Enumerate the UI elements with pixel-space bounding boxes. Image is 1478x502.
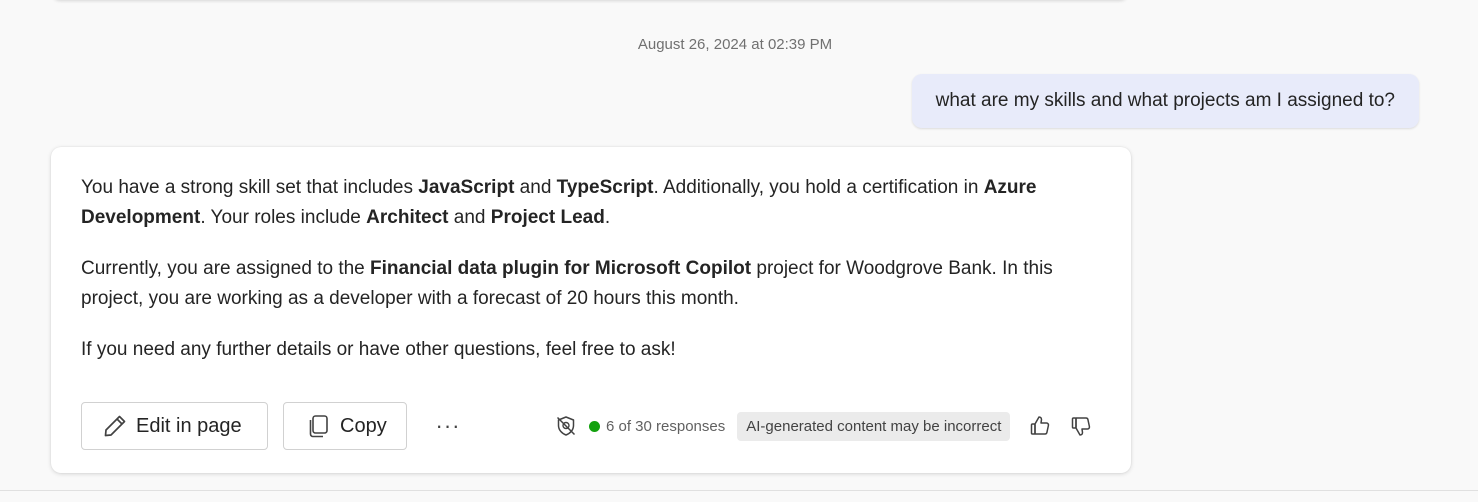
thumbs-down-icon[interactable] — [1069, 414, 1093, 438]
user-message-bubble: what are my skills and what projects am … — [911, 74, 1419, 128]
response-actions-bar: Edit in page Copy ··· 6 of 30 responses … — [81, 402, 1101, 450]
message-timestamp: August 26, 2024 at 02:39 PM — [637, 36, 833, 53]
thumbs-up-icon[interactable] — [1028, 414, 1052, 438]
copy-icon — [306, 413, 332, 439]
copy-button[interactable]: Copy — [283, 402, 407, 450]
text-span: . Additionally, you hold a certification… — [653, 177, 984, 198]
text-span: Currently, you are assigned to the — [81, 258, 371, 279]
more-horizontal-icon: ··· — [435, 413, 461, 438]
text-span: and — [514, 177, 557, 198]
text-span: . — [604, 207, 611, 228]
response-body: You have a strong skill set that include… — [81, 173, 1101, 365]
text-span: and — [448, 207, 491, 228]
text-span: You have a strong skill set that include… — [81, 177, 419, 198]
response-paragraph-skills: You have a strong skill set that include… — [81, 173, 1101, 233]
status-dot-icon — [589, 420, 600, 432]
pencil-icon — [102, 413, 128, 439]
more-options-button[interactable]: ··· — [433, 411, 463, 441]
response-paragraph-closing: If you need any further details or have … — [81, 339, 676, 360]
text-span: . Your roles include — [200, 207, 367, 228]
project-name: Financial data plugin for Microsoft Copi… — [370, 258, 752, 279]
edit-in-page-label: Edit in page — [136, 414, 242, 437]
response-paragraph-projects: Currently, you are assigned to the Finan… — [81, 254, 1101, 314]
copy-label: Copy — [340, 414, 387, 437]
response-count: 6 of 30 responses — [606, 417, 726, 435]
assistant-response-card: You have a strong skill set that include… — [51, 147, 1131, 473]
role-architect: Architect — [366, 207, 449, 228]
skill-typescript: TypeScript — [556, 177, 654, 198]
role-project-lead: Project Lead — [490, 207, 605, 228]
composer-divider — [0, 490, 1478, 491]
user-message-text: what are my skills and what projects am … — [935, 90, 1395, 111]
shield-off-icon[interactable] — [555, 415, 577, 437]
ai-disclaimer-badge: AI-generated content may be incorrect — [737, 411, 1011, 441]
edit-in-page-button[interactable]: Edit in page — [81, 402, 268, 450]
response-meta: 6 of 30 responses AI-generated content m… — [555, 402, 1093, 450]
skill-javascript: JavaScript — [418, 177, 515, 198]
